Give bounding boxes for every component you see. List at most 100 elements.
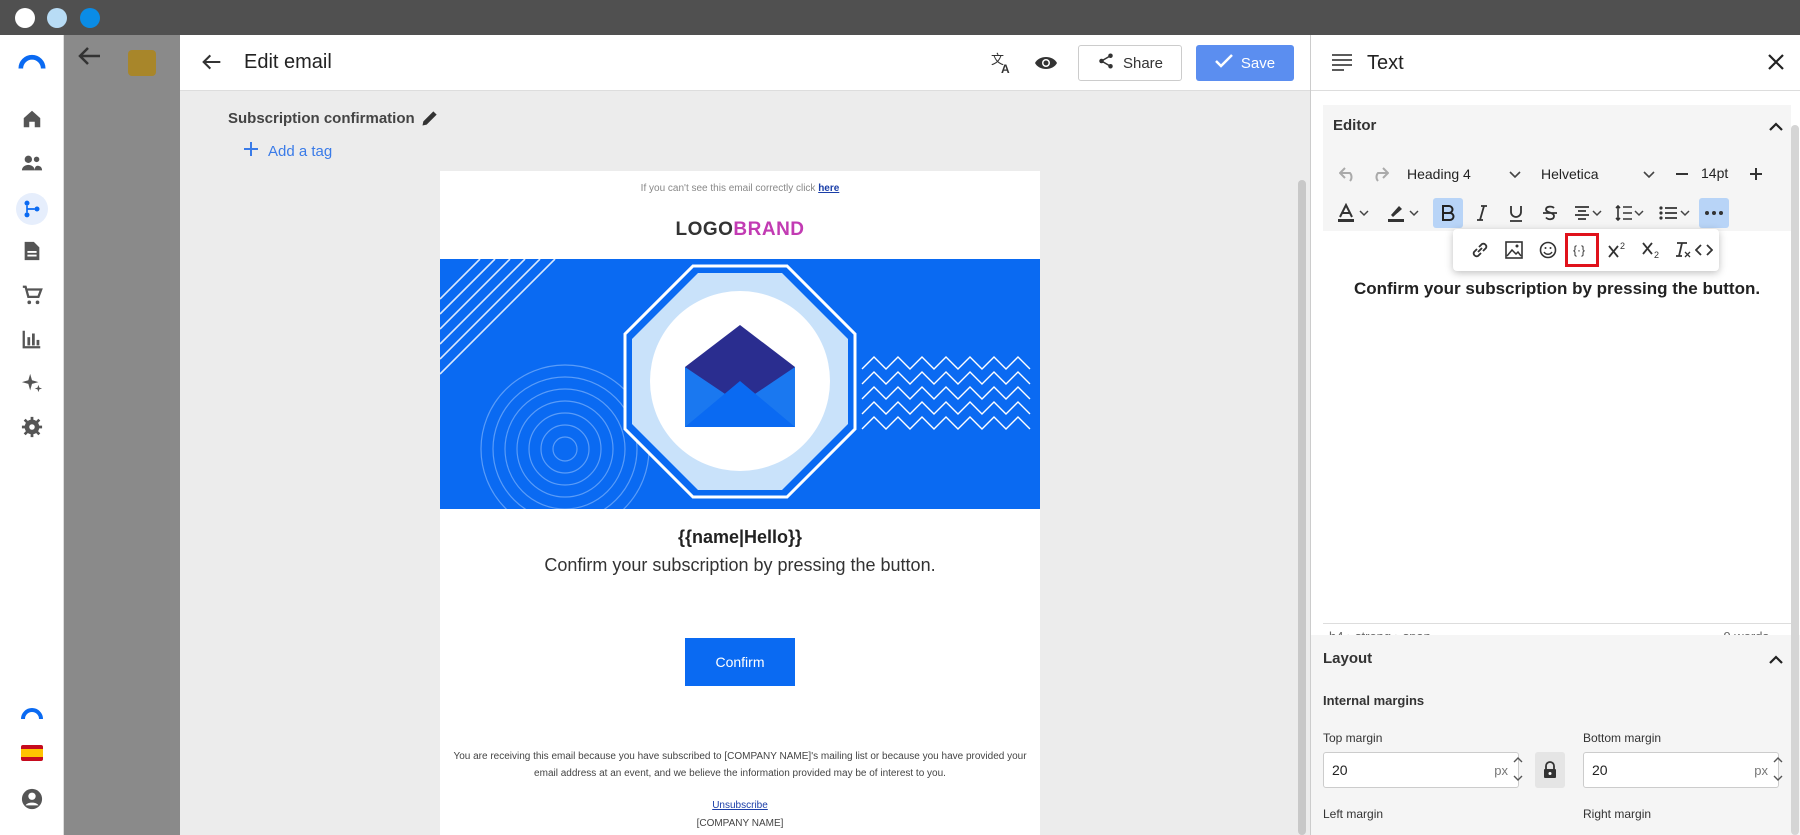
more-options-icon[interactable]: [1699, 198, 1729, 228]
line-height-chevron-icon[interactable]: [1631, 198, 1647, 228]
font-family-value: Helvetica: [1541, 166, 1599, 182]
email-body-text: Confirm your subscription by pressing th…: [544, 555, 936, 575]
save-label: Save: [1240, 54, 1276, 72]
strikethrough-icon[interactable]: [1535, 198, 1565, 228]
svg-text:A: A: [1001, 62, 1010, 75]
properties-panel: Text Editor Heading 4 Helvetica 14pt Con…: [1310, 35, 1800, 835]
app-logo-icon[interactable]: [18, 47, 46, 75]
highlight-color-chevron-icon[interactable]: [1405, 198, 1423, 228]
top-margin-stepper[interactable]: [1513, 754, 1523, 789]
logo-part2: BRAND: [733, 219, 805, 240]
translate-icon[interactable]: 文A: [990, 51, 1014, 80]
background-overlay: [64, 35, 180, 835]
window-dot-maximize[interactable]: [80, 8, 100, 28]
overlay-mail-icon: [128, 50, 156, 76]
editor-section-title: Editor: [1333, 117, 1377, 134]
superscript-icon[interactable]: 2: [1603, 235, 1633, 265]
add-tag-link[interactable]: Add a tag: [244, 142, 332, 160]
bullet-list-chevron-icon[interactable]: [1677, 198, 1693, 228]
reports-icon[interactable]: [18, 325, 46, 353]
subscript-icon[interactable]: 2: [1637, 235, 1667, 265]
block-format-value: Heading 4: [1407, 166, 1471, 182]
share-button[interactable]: Share: [1078, 45, 1182, 81]
page-title: Edit email: [244, 51, 332, 73]
preheader-text: If you can't see this email correctly cl…: [640, 183, 819, 194]
layout-section-title: Layout: [1323, 650, 1373, 667]
top-margin-label: Top margin: [1323, 731, 1383, 745]
edit-name-pencil-icon[interactable]: [420, 108, 440, 133]
editor-topbar: Edit email 文A Share: [180, 35, 1310, 91]
bottom-margin-label: Bottom margin: [1583, 731, 1662, 745]
font-family-select[interactable]: Helvetica: [1535, 161, 1661, 187]
window-dot-minimize[interactable]: [47, 8, 67, 28]
cart-icon[interactable]: [18, 281, 46, 309]
panel-title: Text: [1367, 52, 1404, 74]
image-icon[interactable]: [1499, 235, 1529, 265]
font-size-increase-icon[interactable]: [1741, 159, 1771, 189]
preheader-link[interactable]: here: [818, 183, 839, 194]
share-icon: [1097, 52, 1115, 74]
top-margin-input[interactable]: 20 px: [1323, 752, 1519, 788]
collapse-editor-chevron-icon[interactable]: [1769, 119, 1783, 137]
left-navigation: [0, 35, 64, 835]
canvas-scrollbar[interactable]: [1298, 180, 1306, 835]
preview-eye-icon[interactable]: [1034, 53, 1058, 78]
left-margin-label: Left margin: [1323, 807, 1384, 821]
editor-preview-text[interactable]: Confirm your subscription by pressing th…: [1323, 279, 1791, 299]
document-icon[interactable]: [18, 237, 46, 265]
hero-illustration: [440, 259, 1031, 509]
window-dot-close[interactable]: [15, 8, 35, 28]
email-greeting: {{name|Hello}}: [677, 527, 803, 547]
sparkle-icon[interactable]: [18, 369, 46, 397]
collapse-layout-chevron-icon[interactable]: [1769, 652, 1783, 670]
check-icon: [1215, 54, 1233, 72]
bottom-margin-input[interactable]: 20 px: [1583, 752, 1779, 788]
redo-icon[interactable]: [1365, 159, 1395, 189]
contacts-icon[interactable]: [18, 149, 46, 177]
close-icon[interactable]: [1767, 53, 1785, 76]
font-size-value[interactable]: 14pt: [1701, 165, 1728, 181]
home-icon[interactable]: [18, 105, 46, 133]
user-account-icon[interactable]: [18, 785, 46, 813]
company-name: [COMPANY NAME]: [696, 818, 784, 829]
align-chevron-icon[interactable]: [1589, 198, 1605, 228]
svg-text:{·}: {·}: [1573, 243, 1585, 257]
editor-section: Editor Heading 4 Helvetica 14pt Confirm …: [1323, 105, 1791, 647]
link-icon[interactable]: [1465, 235, 1495, 265]
back-arrow-icon[interactable]: [202, 52, 222, 77]
merge-tag-icon[interactable]: {·}: [1565, 233, 1599, 267]
lock-icon[interactable]: [1535, 752, 1565, 788]
svg-text:2: 2: [1620, 241, 1625, 251]
font-size-decrease-icon[interactable]: [1667, 159, 1697, 189]
hero-image: [440, 259, 1040, 509]
save-button[interactable]: Save: [1196, 45, 1294, 81]
unsubscribe-link[interactable]: Unsubscribe: [440, 800, 1040, 811]
overlay-back-arrow-icon: [78, 46, 102, 71]
block-format-chevron-icon: [1509, 166, 1521, 182]
top-margin-unit: px: [1494, 762, 1508, 778]
more-toolbar-popover: {·} 2 2: [1453, 229, 1719, 271]
source-code-icon[interactable]: [1689, 235, 1719, 265]
top-margin-value: 20: [1332, 762, 1348, 778]
panel-scrollbar[interactable]: [1791, 125, 1799, 835]
preheader: If you can't see this email correctly cl…: [440, 183, 1040, 194]
internal-margins-title: Internal margins: [1323, 693, 1425, 708]
bottom-margin-value: 20: [1592, 762, 1608, 778]
italic-icon[interactable]: [1467, 198, 1497, 228]
bottom-margin-stepper[interactable]: [1773, 754, 1783, 789]
text-color-chevron-icon[interactable]: [1355, 198, 1373, 228]
text-block-icon: [1331, 53, 1353, 76]
confirm-button[interactable]: Confirm: [685, 638, 795, 686]
brand-small-icon[interactable]: [18, 699, 46, 727]
emoji-icon[interactable]: [1533, 235, 1563, 265]
language-flag-icon[interactable]: [18, 739, 46, 767]
settings-icon[interactable]: [18, 413, 46, 441]
bold-icon[interactable]: [1433, 198, 1463, 228]
underline-icon[interactable]: [1501, 198, 1531, 228]
undo-icon[interactable]: [1333, 159, 1363, 189]
bottom-margin-unit: px: [1754, 762, 1768, 778]
plus-icon: [244, 142, 258, 160]
block-format-select[interactable]: Heading 4: [1401, 161, 1527, 187]
add-tag-label: Add a tag: [268, 142, 333, 160]
automation-icon[interactable]: [16, 193, 48, 225]
